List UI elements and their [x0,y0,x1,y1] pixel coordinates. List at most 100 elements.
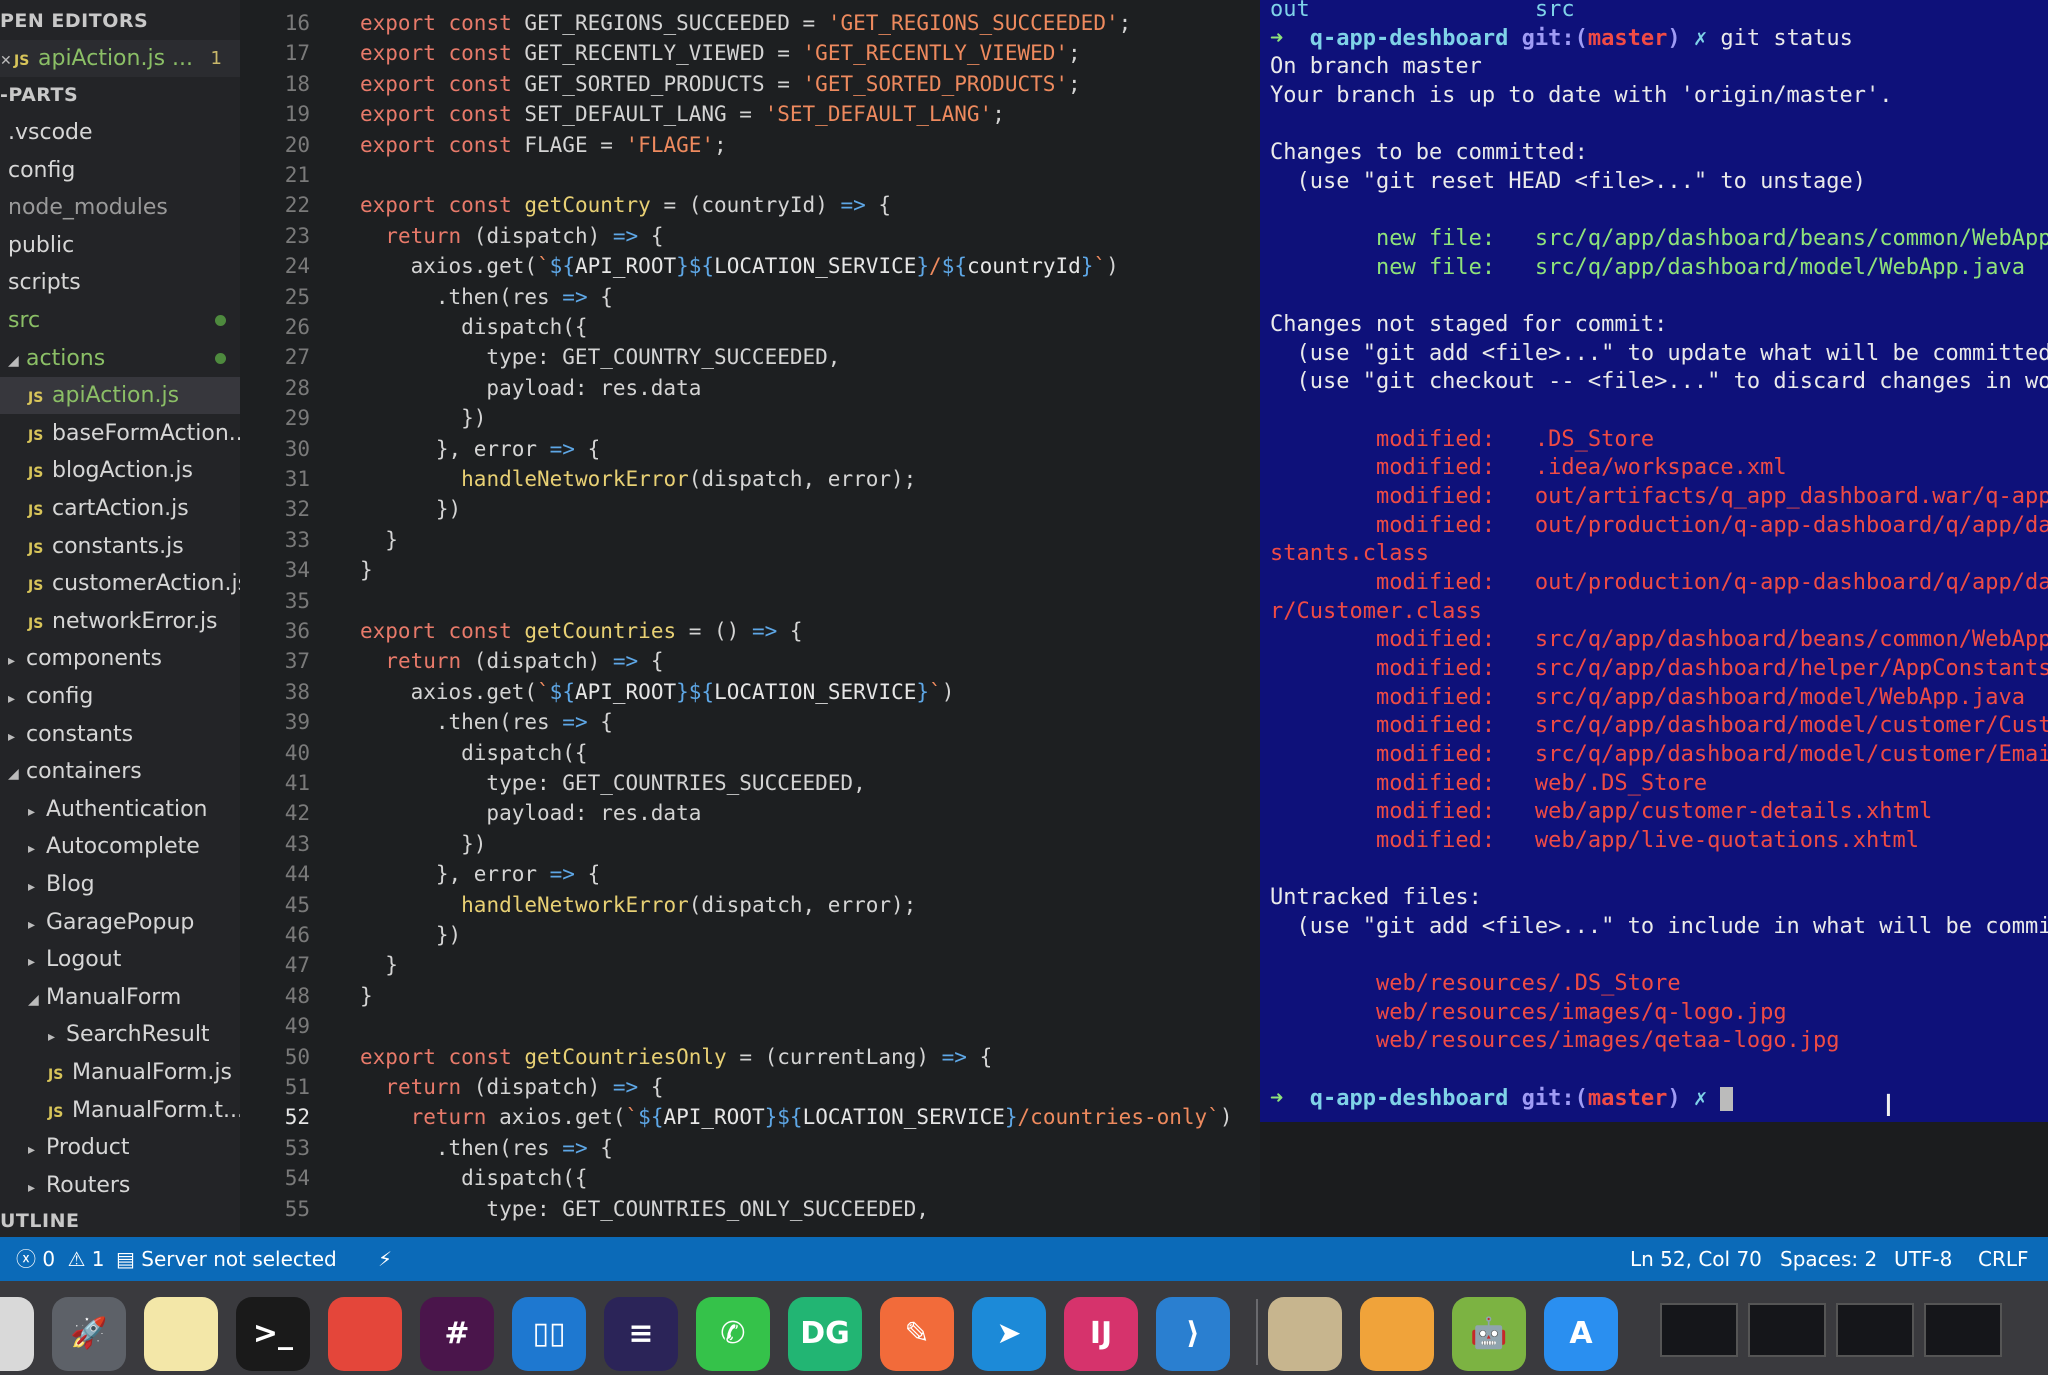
vscode-icon[interactable]: ⟩ [1156,1297,1230,1371]
code-line[interactable]: 54 dispatch({ [240,1163,588,1193]
code-line[interactable]: 43 }) [240,829,487,859]
chevron-down-icon[interactable]: ◢ [8,343,26,377]
code-line[interactable]: 55 type: GET_COUNTRIES_ONLY_SUCCEEDED, [240,1194,929,1224]
code-line[interactable]: 44 }, error => { [240,859,601,889]
code-line[interactable]: 18 export const GET_SORTED_PRODUCTS = 'GE… [240,69,1081,99]
chevron-right-icon[interactable]: ▸ [28,794,46,828]
code-line[interactable]: 51 return (dispatch) => { [240,1072,664,1102]
tree-item[interactable]: ▸ components [0,640,240,677]
tree-item[interactable]: ▸ Authentication [0,791,240,828]
open-editor-apiaction[interactable]: ✕ JS apiAction.js ... 1 [0,40,240,77]
code-line[interactable]: 17 export const GET_RECENTLY_VIEWED = 'GE… [240,38,1081,68]
tree-item[interactable]: JS customerAction.js [0,565,240,602]
tree-item[interactable]: JS networkError.js [0,603,240,640]
tree-item[interactable]: ▸ Autocomplete [0,828,240,865]
code-line[interactable]: 47 } [240,950,398,980]
code-line[interactable]: 20 export const FLAGE = 'FLAGE'; [240,130,727,160]
server-status[interactable]: ▤ Server not selected [116,1237,337,1281]
tree-item[interactable]: scripts [0,264,240,301]
code-line[interactable]: 50 export const getCountriesOnly = (curre… [240,1042,993,1072]
chevron-down-icon[interactable]: ◢ [8,756,26,790]
eclipse-icon[interactable]: ≡ [604,1297,678,1371]
intellij-icon[interactable]: IJ [1064,1297,1138,1371]
tree-item[interactable]: JS blogAction.js [0,452,240,489]
paw-icon[interactable]: ➤ [972,1297,1046,1371]
tree-item[interactable]: public [0,227,240,264]
lightning-icon[interactable]: ⚡ [378,1237,392,1281]
problems-indicator[interactable]: ⓧ 0 ⚠ 1 [16,1237,104,1281]
tree-item[interactable]: ▸ Routers [0,1167,240,1204]
code-editor[interactable]: 16 export const GET_REGIONS_SUCCEEDED = '… [240,0,1260,1237]
minimized-window-thumbnail[interactable] [1836,1303,1914,1357]
preview-icon[interactable] [1268,1297,1342,1371]
code-line[interactable]: 31 handleNetworkError(dispatch, error); [240,464,917,494]
android-studio-icon[interactable]: 🤖 [1452,1297,1526,1371]
notes-icon[interactable] [144,1297,218,1371]
code-line[interactable]: 23 return (dispatch) => { [240,221,664,251]
code-line[interactable]: 24 axios.get(`${API_ROOT}${LOCATION_SERV… [240,251,1119,281]
cursor-position[interactable]: Ln 52, Col 70 [1630,1237,1762,1281]
chevron-right-icon[interactable]: ▸ [8,643,26,677]
code-line[interactable]: 40 dispatch({ [240,738,588,768]
code-line[interactable]: 42 payload: res.data [240,798,702,828]
tree-item[interactable]: JS baseFormAction... [0,415,240,452]
terminal-pane[interactable]: out src ➜ q-app-deshboard git:(master) ✗ … [1260,0,2048,1122]
code-line[interactable]: 25 .then(res => { [240,282,613,312]
code-line[interactable]: 26 dispatch({ [240,312,588,342]
code-line[interactable]: 49 [240,1011,360,1041]
tree-item[interactable]: ▸ config [0,678,240,715]
code-line[interactable]: 32 }) [240,494,461,524]
eol-setting[interactable]: CRLF [1978,1237,2029,1281]
tree-item[interactable]: JS ManualForm.js [0,1054,240,1091]
code-line[interactable]: 52 return axios.get(`${API_ROOT}${LOCATI… [240,1102,1233,1132]
tree-item[interactable]: ◢ containers [0,753,240,790]
chevron-right-icon[interactable]: ▸ [8,719,26,753]
postman-icon[interactable]: ✎ [880,1297,954,1371]
tree-item[interactable]: JSapiAction.js1 [0,377,240,414]
code-line[interactable]: 22 export const getCountry = (countryId) … [240,190,891,220]
project-header[interactable]: -PARTS [0,78,78,112]
finder-icon[interactable] [0,1297,34,1371]
datagrip-icon[interactable]: DG [788,1297,862,1371]
tree-item[interactable]: src [0,302,240,339]
code-line[interactable]: 19 export const SET_DEFAULT_LANG = 'SET_D… [240,99,1005,129]
code-line[interactable]: 41 type: GET_COUNTRIES_SUCCEEDED, [240,768,866,798]
slack-icon[interactable]: # [420,1297,494,1371]
tree-item[interactable]: ▸ Product [0,1129,240,1166]
code-line[interactable]: 45 handleNetworkError(dispatch, error); [240,890,917,920]
chevron-right-icon[interactable]: ▸ [8,681,26,715]
close-icon[interactable]: ✕ [0,43,14,77]
chevron-right-icon[interactable]: ▸ [28,944,46,978]
chevron-right-icon[interactable]: ▸ [28,869,46,903]
chevron-right-icon[interactable]: ▸ [28,831,46,865]
tree-item[interactable]: node_modules [0,189,240,226]
tree-item[interactable]: ▸ GaragePopup [0,904,240,941]
terminal-icon[interactable]: >_ [236,1297,310,1371]
encoding-setting[interactable]: UTF-8 [1894,1237,1952,1281]
code-line[interactable]: 53 .then(res => { [240,1133,613,1163]
chevron-right-icon[interactable]: ▸ [28,907,46,941]
code-line[interactable]: 46 }) [240,920,461,950]
chevron-right-icon[interactable]: ▸ [28,1132,46,1166]
tree-item[interactable]: ◢ actions [0,340,240,377]
minimized-window-thumbnail[interactable] [1660,1303,1738,1357]
tree-item[interactable]: JS constants.js [0,528,240,565]
code-line[interactable]: 33 } [240,525,398,555]
code-line[interactable]: 28 payload: res.data [240,373,702,403]
chevron-right-icon[interactable]: ▸ [28,1170,46,1204]
code-line[interactable]: 30 }, error => { [240,434,601,464]
tree-item[interactable]: JS cartAction.js [0,490,240,527]
tree-item[interactable]: JS ManualForm.t... [0,1092,240,1129]
chrome-icon[interactable] [328,1297,402,1371]
trello-icon[interactable]: ▯▯ [512,1297,586,1371]
chevron-down-icon[interactable]: ◢ [28,982,46,1016]
tree-item[interactable]: ▸ Blog [0,866,240,903]
code-line[interactable]: 35 [240,586,360,616]
outline-header[interactable]: UTLINE [0,1204,79,1237]
code-line[interactable]: 48} [240,981,373,1011]
code-line[interactable]: 39 .then(res => { [240,707,613,737]
tree-item[interactable]: config [0,152,240,189]
code-line[interactable]: 27 type: GET_COUNTRY_SUCCEEDED, [240,342,841,372]
fish-app-icon[interactable] [1360,1297,1434,1371]
indentation-setting[interactable]: Spaces: 2 [1780,1237,1877,1281]
